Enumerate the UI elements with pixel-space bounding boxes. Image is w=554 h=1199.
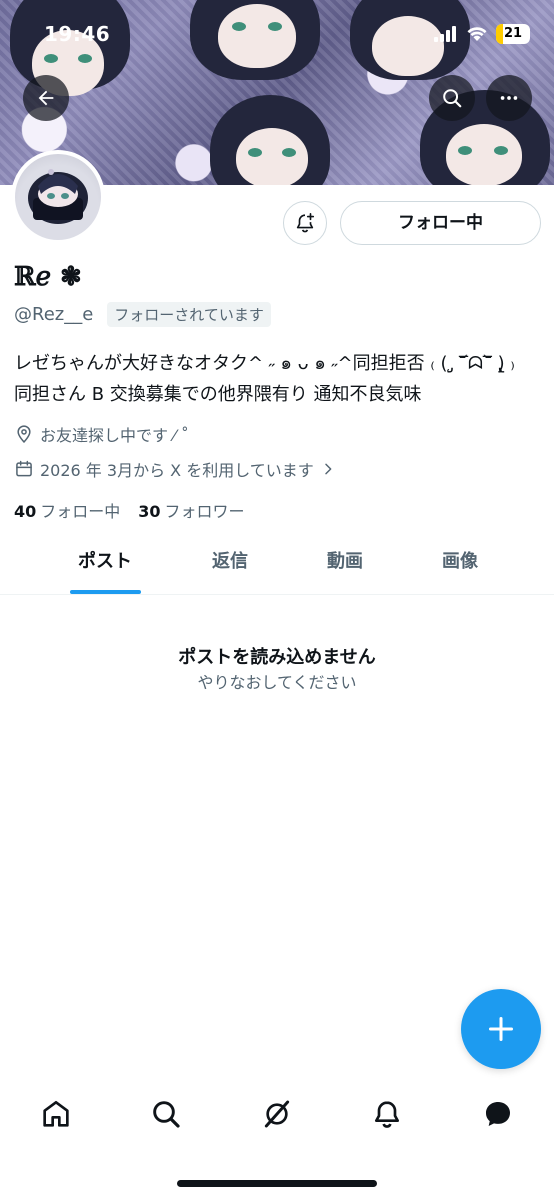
notifications-icon <box>375 1101 399 1128</box>
plus-icon <box>488 1016 514 1042</box>
wifi-icon <box>467 27 487 41</box>
nav-search[interactable] <box>146 1094 186 1134</box>
nav-notifications[interactable] <box>367 1094 407 1134</box>
empty-state-subtitle: やりなおしてください <box>197 673 357 692</box>
nav-messages[interactable] <box>478 1094 518 1134</box>
nav-grok[interactable] <box>257 1094 297 1134</box>
search-icon <box>443 89 462 108</box>
home-icon <box>43 1100 69 1127</box>
display-name: ℝℯ ❃ <box>14 262 82 292</box>
nav-home[interactable] <box>36 1094 76 1134</box>
search-icon <box>153 1101 180 1128</box>
following-count: 40 <box>14 502 37 521</box>
chevron-right-icon <box>325 463 332 475</box>
banner-art <box>494 146 508 155</box>
status-icons: 21 <box>434 24 530 44</box>
followers-label: フォロワー <box>164 502 245 521</box>
status-bar: 19:46 21 <box>0 0 554 70</box>
bio-line: レゼちゃんが大好きなオタク^ ˶ ๑ ᴗ ๑ ˶^同担拒否 ₍ ( ̨̡ ‾᷄ᗣ… <box>14 353 515 374</box>
profile-bio: レゼちゃんが大好きなオタク^ ˶ ๑ ᴗ ๑ ˶^同担拒否 ₍ ( ̨̡ ‾᷄ᗣ… <box>14 348 544 410</box>
banner-art <box>282 148 296 157</box>
home-indicator <box>177 1180 377 1187</box>
location-text: お友達探し中です ⁄ ˚ <box>40 426 189 445</box>
compose-button[interactable] <box>461 989 541 1069</box>
grok-icon <box>264 1100 290 1128</box>
follows-you-badge: フォローされています <box>107 302 271 327</box>
banner-art <box>236 128 308 185</box>
profile-tabs: ポスト 返信 動画 画像 <box>0 540 554 595</box>
avatar[interactable] <box>11 150 105 244</box>
empty-state-title: ポストを読み込めません <box>178 647 376 668</box>
joined-row[interactable]: 2026 年 3月から X を利用しています <box>14 457 336 481</box>
tab-media[interactable]: 画像 <box>405 540 515 595</box>
handle-row: @Rez__e フォローされています <box>14 302 271 327</box>
follow-counts: 40 フォロー中 30 フォロワー <box>14 498 245 522</box>
active-tab-indicator <box>70 590 141 594</box>
tab-posts[interactable]: ポスト <box>50 540 160 595</box>
arrow-left-icon <box>38 90 54 106</box>
battery-level: 21 <box>503 26 523 41</box>
notify-button[interactable] <box>283 201 327 245</box>
joined-text: 2026 年 3月から X を利用しています <box>40 461 314 480</box>
messages-icon <box>486 1102 510 1126</box>
following-link[interactable]: 40 フォロー中 <box>14 498 120 522</box>
bio-line: 同担さん B 交換募集での他界隈有り 通知不良気味 <box>14 384 422 405</box>
more-horizontal-icon <box>500 96 518 100</box>
followers-link[interactable]: 30 フォロワー <box>138 498 244 522</box>
battery-icon: 21 <box>496 24 530 44</box>
banner-art <box>446 124 522 185</box>
tab-videos[interactable]: 動画 <box>290 540 400 595</box>
status-time: 19:46 <box>44 22 111 46</box>
banner-art <box>458 146 472 155</box>
bell-plus-icon <box>296 213 315 233</box>
bottom-nav <box>0 1080 554 1150</box>
location-pin-icon <box>17 425 31 443</box>
banner-art <box>248 148 262 157</box>
tab-replies[interactable]: 返信 <box>175 540 285 595</box>
user-handle: @Rez__e <box>14 304 94 325</box>
signal-icon <box>434 26 456 42</box>
more-button[interactable] <box>486 75 532 121</box>
back-button[interactable] <box>23 75 69 121</box>
search-button[interactable] <box>429 75 475 121</box>
location-row: お友達探し中です ⁄ ˚ <box>14 422 189 446</box>
following-label: フォロー中 <box>40 502 121 521</box>
avatar-image <box>28 169 88 224</box>
following-button[interactable]: フォロー中 <box>340 201 541 245</box>
calendar-icon <box>16 460 32 477</box>
followers-count: 30 <box>138 502 161 521</box>
